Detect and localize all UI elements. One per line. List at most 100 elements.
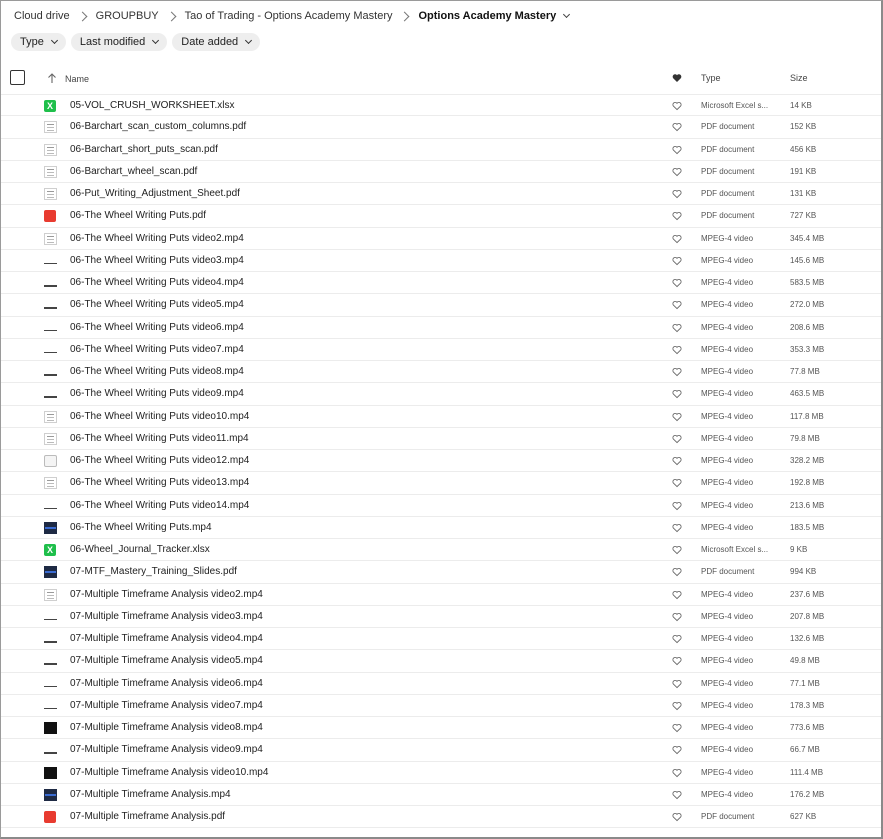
file-name[interactable]: 06-Put_Writing_Adjustment_Sheet.pdf [70,188,240,199]
file-name[interactable]: 06-The Wheel Writing Puts video6.mp4 [70,322,244,333]
file-row[interactable]: 06-The Wheel Writing Puts video2.mp4 MPEG… [1,228,881,250]
file-name[interactable]: 06-The Wheel Writing Puts video10.mp4 [70,411,249,422]
file-row[interactable]: 07-Multiple Timeframe Analysis video8.mp… [1,717,881,740]
file-row[interactable]: 06-The Wheel Writing Puts video10.mp4 MPE… [1,406,881,428]
heart-outline-icon[interactable] [672,122,682,132]
heart-outline-icon[interactable] [672,590,682,600]
file-name[interactable]: 06-Barchart_scan_custom_columns.pdf [70,121,246,132]
file-row[interactable]: 07-Multiple Timeframe Analysis video2.mp… [1,584,881,606]
heart-outline-icon[interactable] [672,745,682,755]
heart-outline-icon[interactable] [672,167,682,177]
heart-outline-icon[interactable] [672,501,682,511]
file-name[interactable]: 07-Multiple Timeframe Analysis video4.mp… [70,633,263,644]
heart-outline-icon[interactable] [672,478,682,488]
file-name[interactable]: 06-The Wheel Writing Puts video5.mp4 [70,299,244,310]
file-row[interactable]: 06-Barchart_short_puts_scan.pdf PDF docum… [1,139,881,161]
file-row[interactable]: 06-The Wheel Writing Puts.mp4 MPEG-4 vide… [1,517,881,539]
heart-outline-icon[interactable] [672,189,682,199]
file-name[interactable]: 06-The Wheel Writing Puts video7.mp4 [70,344,244,355]
arrow-up-icon[interactable] [47,72,57,84]
file-name[interactable]: 06-The Wheel Writing Puts video9.mp4 [70,388,244,399]
file-row[interactable]: 06-The Wheel Writing Puts video13.mp4 MPE… [1,472,881,495]
file-row[interactable]: 06-The Wheel Writing Puts video3.mp4 MPEG… [1,250,881,272]
heart-outline-icon[interactable] [672,367,682,377]
file-row[interactable]: 07-Multiple Timeframe Analysis video4.mp… [1,628,881,651]
file-name[interactable]: 07-MTF_Mastery_Training_Slides.pdf [70,566,237,577]
heart-outline-icon[interactable] [672,768,682,778]
breadcrumb-tao-of-trading[interactable]: Tao of Trading - Options Academy Mastery [185,10,393,22]
file-name[interactable]: 06-The Wheel Writing Puts.pdf [70,210,206,221]
heart-outline-icon[interactable] [672,412,682,422]
breadcrumb-cloud-drive[interactable]: Cloud drive [14,10,70,22]
filter-type-button[interactable]: Type [11,33,66,51]
file-name[interactable]: 07-Multiple Timeframe Analysis video9.mp… [70,744,263,755]
filter-date-added-button[interactable]: Date added [172,33,261,51]
file-row[interactable]: 06-The Wheel Writing Puts video12.mp4 MPE… [1,450,881,473]
heart-outline-icon[interactable] [672,256,682,266]
file-row[interactable]: 06-The Wheel Writing Puts video5.mp4 MPEG… [1,294,881,317]
heart-outline-icon[interactable] [672,679,682,689]
chevron-down-icon[interactable] [563,10,571,19]
heart-outline-icon[interactable] [672,434,682,444]
file-name[interactable]: 06-The Wheel Writing Puts video11.mp4 [70,433,249,444]
file-name[interactable]: 07-Multiple Timeframe Analysis video10.m… [70,767,268,778]
file-row[interactable]: X 06-Wheel_Journal_Tracker.xlsx Microsoft … [1,539,881,562]
file-row[interactable]: 07-Multiple Timeframe Analysis.mp4 MPEG-4… [1,784,881,806]
select-all-checkbox[interactable] [10,70,25,85]
heart-outline-icon[interactable] [672,523,682,533]
heart-outline-icon[interactable] [672,234,682,244]
file-name[interactable]: 07-Multiple Timeframe Analysis video6.mp… [70,678,263,689]
file-name[interactable]: 06-Wheel_Journal_Tracker.xlsx [70,544,210,555]
file-name[interactable]: 06-Barchart_wheel_scan.pdf [70,166,197,177]
file-row[interactable]: 07-Multiple Timeframe Analysis video7.mp… [1,695,881,717]
heart-outline-icon[interactable] [672,545,682,555]
heart-outline-icon[interactable] [672,790,682,800]
file-row[interactable]: 06-The Wheel Writing Puts video11.mp4 MPE… [1,428,881,450]
file-row[interactable]: 07-Multiple Timeframe Analysis.pdf PDF do… [1,806,881,829]
file-row[interactable]: X 05-VOL_CRUSH_WORKSHEET.xlsx Microsoft Ex… [1,94,881,117]
heart-outline-icon[interactable] [672,701,682,711]
file-name[interactable]: 06-Barchart_short_puts_scan.pdf [70,144,218,155]
file-name[interactable]: 06-The Wheel Writing Puts video2.mp4 [70,233,244,244]
file-name[interactable]: 07-Multiple Timeframe Analysis.mp4 [70,789,231,800]
file-row[interactable]: 06-Barchart_scan_custom_columns.pdf PDF d… [1,116,881,139]
file-name[interactable]: 06-The Wheel Writing Puts.mp4 [70,522,212,533]
file-row[interactable]: 07-Multiple Timeframe Analysis video10.m… [1,762,881,784]
file-name[interactable]: 06-The Wheel Writing Puts video14.mp4 [70,500,249,511]
file-name[interactable]: 06-The Wheel Writing Puts video8.mp4 [70,366,244,377]
file-row[interactable]: 07-Multiple Timeframe Analysis video9.mp… [1,739,881,762]
file-row[interactable]: 07-MTF_Mastery_Training_Slides.pdf PDF do… [1,561,881,584]
column-header-size[interactable]: Size [790,73,808,83]
file-name[interactable]: 05-VOL_CRUSH_WORKSHEET.xlsx [70,100,234,111]
file-name[interactable]: 07-Multiple Timeframe Analysis.pdf [70,811,225,822]
heart-outline-icon[interactable] [672,323,682,333]
file-name[interactable]: 07-Multiple Timeframe Analysis video3.mp… [70,611,263,622]
heart-outline-icon[interactable] [672,345,682,355]
heart-outline-icon[interactable] [672,567,682,577]
heart-outline-icon[interactable] [672,612,682,622]
heart-outline-icon[interactable] [672,145,682,155]
heart-outline-icon[interactable] [672,812,682,822]
file-row[interactable]: 06-The Wheel Writing Puts video14.mp4 MPE… [1,495,881,517]
file-row[interactable]: 07-Multiple Timeframe Analysis video5.mp… [1,650,881,673]
heart-filled-icon[interactable] [672,73,682,83]
file-row[interactable]: 06-The Wheel Writing Puts video6.mp4 MPEG… [1,317,881,339]
file-name[interactable]: 07-Multiple Timeframe Analysis video5.mp… [70,655,263,666]
file-row[interactable]: 07-Multiple Timeframe Analysis video3.mp… [1,606,881,628]
heart-outline-icon[interactable] [672,634,682,644]
file-row[interactable]: 06-Barchart_wheel_scan.pdf PDF document 19… [1,161,881,183]
heart-outline-icon[interactable] [672,389,682,399]
file-name[interactable]: 07-Multiple Timeframe Analysis video8.mp… [70,722,263,733]
file-name[interactable]: 07-Multiple Timeframe Analysis video2.mp… [70,589,263,600]
file-name[interactable]: 06-The Wheel Writing Puts video12.mp4 [70,455,249,466]
file-row[interactable]: 06-Put_Writing_Adjustment_Sheet.pdf PDF d… [1,183,881,206]
heart-outline-icon[interactable] [672,300,682,310]
heart-outline-icon[interactable] [672,101,682,111]
file-name[interactable]: 07-Multiple Timeframe Analysis video7.mp… [70,700,263,711]
file-row[interactable]: 06-The Wheel Writing Puts video7.mp4 MPEG… [1,339,881,361]
heart-outline-icon[interactable] [672,723,682,733]
file-row[interactable]: 06-The Wheel Writing Puts video8.mp4 MPEG… [1,361,881,384]
breadcrumb-current-folder[interactable]: Options Academy Mastery [418,10,556,22]
file-name[interactable]: 06-The Wheel Writing Puts video13.mp4 [70,477,249,488]
column-header-type[interactable]: Type [701,73,721,83]
